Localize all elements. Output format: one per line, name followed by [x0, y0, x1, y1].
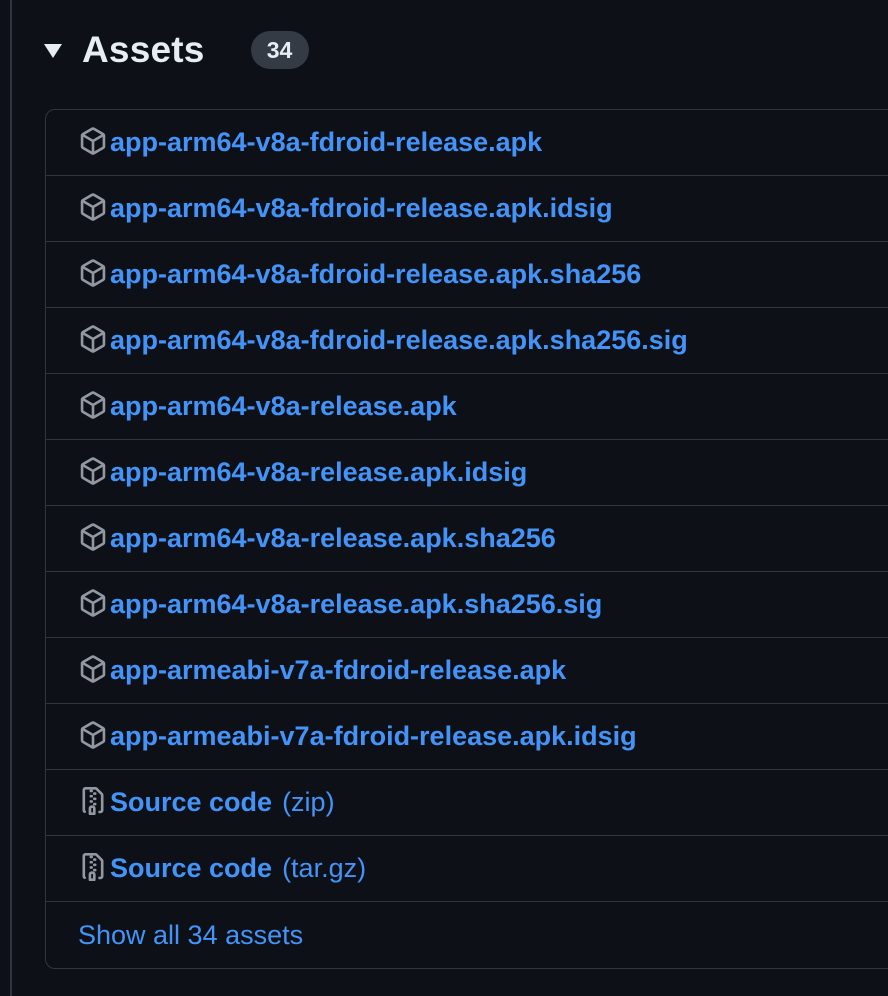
asset-link[interactable]: app-arm64-v8a-release.apk.idsig: [110, 457, 527, 488]
source-targz-link[interactable]: Source code: [110, 853, 272, 884]
asset-row: app-arm64-v8a-fdroid-release.apk.sha256.…: [46, 308, 888, 374]
asset-row: app-arm64-v8a-fdroid-release.apk: [46, 110, 888, 176]
source-row: Source code (zip): [46, 770, 888, 836]
source-row: Source code (tar.gz): [46, 836, 888, 902]
asset-link[interactable]: app-arm64-v8a-fdroid-release.apk.idsig: [110, 193, 613, 224]
asset-row: app-armeabi-v7a-fdroid-release.apk.idsig: [46, 704, 888, 770]
package-icon: [78, 258, 108, 288]
show-all-assets-link[interactable]: Show all 34 assets: [78, 920, 303, 951]
package-icon: [78, 588, 108, 618]
assets-list: app-arm64-v8a-fdroid-release.apk app-arm…: [45, 109, 888, 969]
source-zip-format: (zip): [282, 787, 335, 817]
caret-down-icon: [44, 44, 62, 58]
asset-row: app-arm64-v8a-fdroid-release.apk.idsig: [46, 176, 888, 242]
package-icon: [78, 522, 108, 552]
source-targz-format: (tar.gz): [282, 853, 367, 883]
asset-link[interactable]: app-armeabi-v7a-fdroid-release.apk.idsig: [110, 721, 637, 752]
package-icon: [78, 720, 108, 750]
package-icon: [78, 324, 108, 354]
file-zip-icon: [78, 852, 108, 882]
asset-link[interactable]: app-arm64-v8a-release.apk: [110, 391, 457, 422]
assets-summary-toggle[interactable]: Assets 34: [44, 22, 309, 78]
asset-link[interactable]: app-arm64-v8a-release.apk.sha256.sig: [110, 589, 602, 620]
asset-link[interactable]: app-arm64-v8a-fdroid-release.apk.sha256: [110, 259, 641, 290]
asset-row: app-arm64-v8a-release.apk.sha256.sig: [46, 572, 888, 638]
package-icon: [78, 192, 108, 222]
source-zip-link[interactable]: Source code: [110, 787, 272, 818]
asset-link[interactable]: app-arm64-v8a-fdroid-release.apk: [110, 127, 542, 158]
asset-link[interactable]: app-arm64-v8a-fdroid-release.apk.sha256.…: [110, 325, 688, 356]
show-all-row: Show all 34 assets: [46, 902, 888, 968]
asset-link[interactable]: app-armeabi-v7a-fdroid-release.apk: [110, 655, 566, 686]
asset-row: app-arm64-v8a-fdroid-release.apk.sha256: [46, 242, 888, 308]
asset-row: app-arm64-v8a-release.apk.idsig: [46, 440, 888, 506]
package-icon: [78, 456, 108, 486]
asset-row: app-arm64-v8a-release.apk.sha256: [46, 506, 888, 572]
asset-row: app-armeabi-v7a-fdroid-release.apk: [46, 638, 888, 704]
asset-link[interactable]: app-arm64-v8a-release.apk.sha256: [110, 523, 556, 554]
left-divider: [10, 0, 12, 996]
assets-count-badge: 34: [250, 31, 309, 69]
file-zip-icon: [78, 786, 108, 816]
asset-row: app-arm64-v8a-release.apk: [46, 374, 888, 440]
assets-heading: Assets: [82, 29, 205, 70]
package-icon: [78, 390, 108, 420]
package-icon: [78, 126, 108, 156]
package-icon: [78, 654, 108, 684]
